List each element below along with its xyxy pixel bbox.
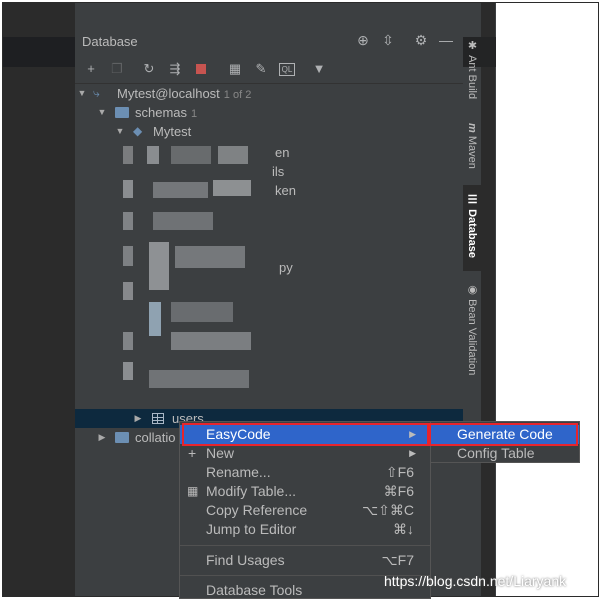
add-icon[interactable]: + xyxy=(83,61,99,77)
menu-item-config-table[interactable]: Config Table xyxy=(431,444,579,463)
stop-icon[interactable] xyxy=(193,61,209,77)
plus-icon: + xyxy=(188,445,197,461)
menu-item-label: Modify Table... xyxy=(206,483,297,499)
folder-icon xyxy=(115,107,129,118)
panel-title: Database xyxy=(82,34,138,49)
side-tab-maven[interactable]: m Maven xyxy=(463,121,483,181)
side-tab-label: Ant Build xyxy=(466,55,478,100)
side-tab-label: Bean Validation xyxy=(466,299,478,376)
collapse-icon[interactable]: ⇳ xyxy=(380,32,396,48)
annotation-box-easycode xyxy=(182,423,429,446)
side-tab-bean-validation[interactable]: ◉ Bean Validation xyxy=(463,281,483,391)
menu-item-label: Jump to Editor xyxy=(206,521,297,537)
menu-shortcut: ⌘↓ xyxy=(393,521,414,537)
bean-icon: ◉ xyxy=(466,283,478,296)
menu-item-jump-to-editor[interactable]: Jump to Editor ⌘↓ xyxy=(180,520,430,539)
expand-arrow-icon[interactable]: ▶ xyxy=(133,409,143,428)
expand-arrow-icon[interactable]: ▼ xyxy=(77,84,87,103)
partial-table-name-2: ils xyxy=(272,164,285,179)
mysql-dolphin-icon: ⤷ xyxy=(93,86,100,100)
side-strip xyxy=(481,3,495,596)
menu-item-label: Rename... xyxy=(206,464,271,480)
menu-item-label: New xyxy=(206,445,235,461)
menu-item-find-usages[interactable]: Find Usages ⌥F7 xyxy=(180,551,430,570)
menu-item-modify-table[interactable]: ▦ Modify Table... ⌘F6 xyxy=(180,482,430,501)
blurred-table-list xyxy=(123,142,253,392)
database-panel-header: Database ⊕ ⇳ ⚙ — xyxy=(75,29,463,53)
menu-item-label: Copy Reference xyxy=(206,502,308,518)
maven-icon: m xyxy=(466,123,478,133)
sql-console-icon[interactable]: QL xyxy=(279,63,295,76)
menu-item-copy-reference[interactable]: Copy Reference ⌥⇧⌘C xyxy=(180,501,430,520)
sync-icon[interactable]: ⇶ xyxy=(167,61,183,77)
menu-shortcut: ⇧F6 xyxy=(385,464,414,480)
side-tab-label: Maven xyxy=(466,135,478,169)
schema-label: Mytest xyxy=(153,124,192,139)
watermark-text: https://blog.csdn.net/Liaryank xyxy=(384,573,567,589)
tree-row-connection[interactable]: ▼ ⤷ Mytest@localhost 1 of 2 xyxy=(75,84,463,103)
table-view-icon[interactable]: ▦ xyxy=(227,61,243,77)
side-tab-ant-build[interactable]: ✱ Ant Build xyxy=(463,37,483,107)
menu-item-label: Config Table xyxy=(457,445,535,461)
schemas-label: schemas xyxy=(135,105,188,120)
partial-table-name-1: en xyxy=(275,145,290,160)
menu-separator xyxy=(180,545,430,546)
connection-count: 1 of 2 xyxy=(223,89,252,101)
editor-area-left xyxy=(3,3,75,596)
connection-label: Mytest@localhost xyxy=(117,86,220,101)
menu-item-rename[interactable]: Rename... ⇧F6 xyxy=(180,463,430,482)
refresh-icon[interactable]: ↻ xyxy=(141,61,157,77)
gear-icon[interactable]: ⚙ xyxy=(413,32,429,48)
menu-shortcut: ⌥F7 xyxy=(381,552,414,568)
collations-label: collatio xyxy=(135,430,176,445)
annotation-box-generate-code xyxy=(429,423,578,446)
menu-item-label: Database Tools xyxy=(206,582,303,598)
submenu-arrow-icon: ▶ xyxy=(409,448,416,458)
tree-row-schemas[interactable]: ▼ schemas 1 xyxy=(75,103,463,122)
ant-icon: ✱ xyxy=(466,39,478,52)
side-tab-label: Database xyxy=(466,209,478,258)
menu-shortcut: ⌥⇧⌘C xyxy=(362,502,414,518)
crosshair-icon[interactable]: ⊕ xyxy=(355,32,371,48)
partial-table-name-4: py xyxy=(279,260,293,275)
tree-row-schema-mytest[interactable]: ▼ ◆ Mytest xyxy=(75,122,463,141)
table-icon xyxy=(152,413,164,424)
menu-item-new[interactable]: + New ▶ xyxy=(180,444,430,463)
folder-icon xyxy=(115,432,129,443)
menu-shortcut: ⌘F6 xyxy=(383,483,414,499)
expand-arrow-icon[interactable]: ▼ xyxy=(97,103,107,122)
expand-arrow-icon[interactable]: ▼ xyxy=(115,122,125,141)
schemas-count: 1 xyxy=(191,108,198,120)
editor-area-right xyxy=(496,3,598,596)
side-tab-database[interactable]: ☰ Database xyxy=(463,185,483,271)
database-icon: ☰ xyxy=(466,193,478,206)
database-toolbar: + ❐ ↻ ⇶ ▦ ✎ QL ▼ xyxy=(75,55,463,84)
menu-item-label: Find Usages xyxy=(206,552,285,568)
table-icon: ▦ xyxy=(187,484,199,498)
copy-icon[interactable]: ❐ xyxy=(109,61,125,77)
edit-icon[interactable]: ✎ xyxy=(253,61,269,77)
partial-table-name-3: ken xyxy=(275,183,296,198)
filter-icon[interactable]: ▼ xyxy=(311,61,327,77)
minimize-icon[interactable]: — xyxy=(438,32,454,48)
expand-arrow-icon[interactable]: ▶ xyxy=(97,428,107,447)
schema-icon: ◆ xyxy=(133,124,143,138)
